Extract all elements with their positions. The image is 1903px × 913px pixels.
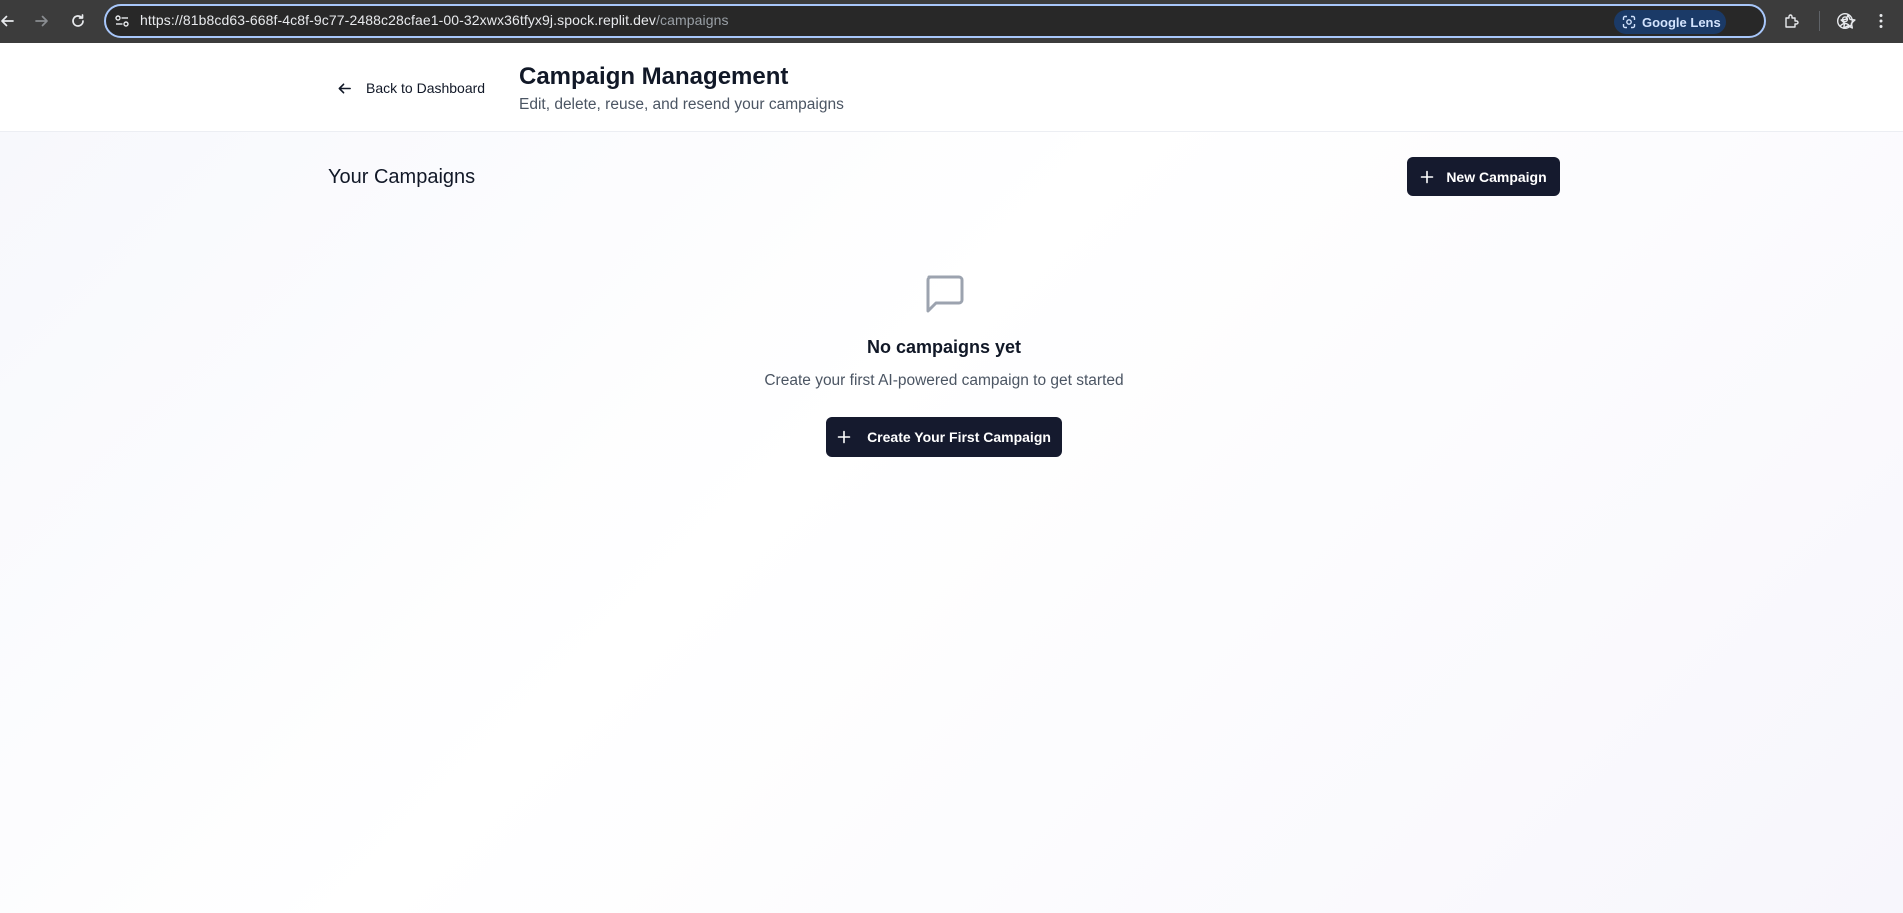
extensions-icon[interactable] <box>1782 11 1802 31</box>
section-title: Your Campaigns <box>328 166 476 188</box>
url-text[interactable]: https://81b8cd63-668f-4c8f-9c77-2488c28c… <box>140 12 729 28</box>
page-header: Back to Dashboard Campaign Management Ed… <box>0 43 1903 132</box>
empty-state-title: No campaigns yet <box>866 337 1022 357</box>
empty-state-description: Create your first AI-powered campaign to… <box>764 372 1124 389</box>
create-first-campaign-label: Create Your First Campaign <box>867 429 1051 445</box>
address-bar[interactable]: https://81b8cd63-668f-4c8f-9c77-2488c28c… <box>104 4 1856 38</box>
profile-icon[interactable] <box>1835 11 1855 31</box>
page-title: Campaign Management <box>519 63 789 90</box>
plus-icon <box>1421 170 1434 183</box>
browser-toolbar: https://81b8cd63-668f-4c8f-9c77-2488c28c… <box>0 0 1903 43</box>
plus-icon <box>837 430 851 444</box>
toolbar-divider <box>1819 11 1820 31</box>
google-lens-icon <box>1622 15 1636 29</box>
reload-icon[interactable] <box>67 10 89 32</box>
more-menu-icon[interactable] <box>1871 11 1891 31</box>
back-arrow-icon[interactable] <box>0 10 18 32</box>
url-path: /campaigns <box>656 12 729 28</box>
message-square-icon <box>926 275 964 313</box>
page-subtitle: Edit, delete, reuse, and resend your cam… <box>519 96 844 113</box>
url-host: https://81b8cd63-668f-4c8f-9c77-2488c28c… <box>140 12 656 28</box>
create-first-campaign-button[interactable]: Create Your First Campaign <box>826 417 1062 457</box>
new-campaign-button[interactable]: New Campaign <box>1407 157 1560 196</box>
google-lens-button[interactable]: Google Lens <box>1614 10 1726 34</box>
back-to-dashboard-label: Back to Dashboard <box>366 80 486 96</box>
site-info-icon[interactable] <box>114 13 130 29</box>
google-lens-label: Google Lens <box>1642 14 1721 30</box>
arrow-left-icon <box>338 82 351 94</box>
back-to-dashboard-button[interactable]: Back to Dashboard <box>337 77 485 99</box>
forward-arrow-icon[interactable] <box>31 10 53 32</box>
new-campaign-label: New Campaign <box>1446 168 1547 185</box>
